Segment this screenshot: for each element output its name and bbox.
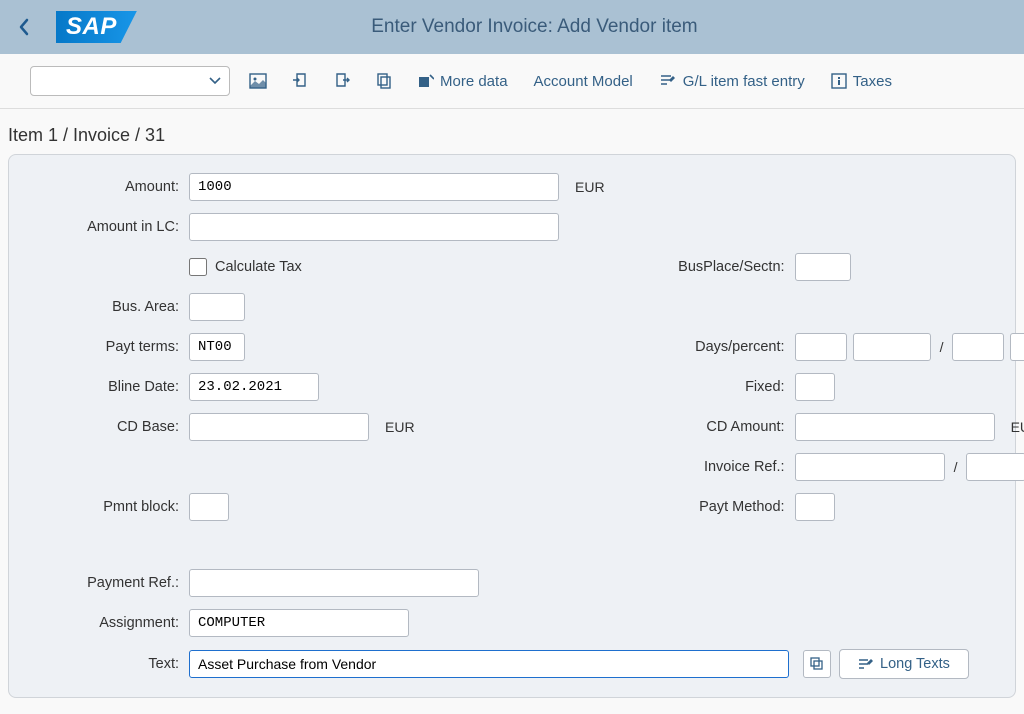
variant-select[interactable] xyxy=(30,66,230,96)
payt-method-input[interactable] xyxy=(795,493,835,521)
fixed-input[interactable] xyxy=(795,373,835,401)
cd-base-label: CD Base: xyxy=(39,419,189,435)
longtext-icon xyxy=(858,657,874,671)
payt-method-label: Payt Method: xyxy=(645,499,795,515)
chevron-down-icon xyxy=(209,77,221,85)
taxes-link[interactable]: Taxes xyxy=(825,73,898,90)
account-model-link[interactable]: Account Model xyxy=(528,73,639,90)
group-title: Item 1 / Invoice / 31 xyxy=(0,109,1024,154)
bus-area-input[interactable] xyxy=(189,293,245,321)
more-data-link[interactable]: More data xyxy=(412,73,514,90)
amount-currency: EUR xyxy=(565,179,605,195)
invoice-ref-2-input[interactable] xyxy=(966,453,1024,481)
payt-terms-input[interactable] xyxy=(189,333,245,361)
text-input[interactable] xyxy=(189,650,789,678)
cd-amount-input[interactable] xyxy=(795,413,995,441)
sap-logo: SAP xyxy=(56,11,137,43)
app-header: SAP Enter Vendor Invoice: Add Vendor ite… xyxy=(0,0,1024,54)
long-texts-button[interactable]: Long Texts xyxy=(839,649,969,679)
percent-1-input[interactable] xyxy=(853,333,931,361)
cd-base-input[interactable] xyxy=(189,413,369,441)
document-arrow-icon xyxy=(418,74,434,88)
calculate-tax-label: Calculate Tax xyxy=(215,259,302,275)
paste-out-icon[interactable] xyxy=(328,67,356,95)
chevron-left-icon xyxy=(17,17,31,37)
amount-lc-input[interactable] xyxy=(189,213,559,241)
page-title: Enter Vendor Invoice: Add Vendor item xyxy=(137,16,1012,38)
days-1-input[interactable] xyxy=(795,333,847,361)
edit-list-icon xyxy=(659,73,677,89)
busplace-input[interactable] xyxy=(795,253,851,281)
valuehelp-icon xyxy=(810,657,824,671)
assignment-label: Assignment: xyxy=(39,615,189,631)
copy-icon[interactable] xyxy=(370,67,398,95)
gl-fast-entry-label: G/L item fast entry xyxy=(683,73,805,90)
busplace-label: BusPlace/Sectn: xyxy=(645,259,795,275)
more-data-label: More data xyxy=(440,73,508,90)
toolbar: More data Account Model G/L item fast en… xyxy=(0,54,1024,109)
days-percent-label: Days/percent: xyxy=(645,339,795,355)
amount-input[interactable] xyxy=(189,173,559,201)
bus-area-label: Bus. Area: xyxy=(39,299,189,315)
amount-lc-label: Amount in LC: xyxy=(39,219,189,235)
info-icon xyxy=(831,73,847,89)
payt-terms-label: Payt terms: xyxy=(39,339,189,355)
bline-date-input[interactable] xyxy=(189,373,319,401)
gl-fast-entry-link[interactable]: G/L item fast entry xyxy=(653,73,811,90)
text-label: Text: xyxy=(39,656,189,672)
amount-label: Amount: xyxy=(39,179,189,195)
pmnt-block-label: Pmnt block: xyxy=(39,499,189,515)
text-valuehelp-button[interactable] xyxy=(803,650,831,678)
invoice-ref-1-input[interactable] xyxy=(795,453,945,481)
cd-amount-label: CD Amount: xyxy=(645,419,795,435)
paste-in-icon[interactable] xyxy=(286,67,314,95)
payment-ref-label: Payment Ref.: xyxy=(39,575,189,591)
image-icon[interactable] xyxy=(244,67,272,95)
percent-2-input[interactable] xyxy=(1010,333,1024,361)
cd-amount-currency: EUR xyxy=(1001,419,1024,435)
fixed-label: Fixed: xyxy=(645,379,795,395)
back-button[interactable] xyxy=(12,15,36,39)
days-2-input[interactable] xyxy=(952,333,1004,361)
pmnt-block-input[interactable] xyxy=(189,493,229,521)
assignment-input[interactable] xyxy=(189,609,409,637)
bline-date-label: Bline Date: xyxy=(39,379,189,395)
form-panel: Amount: EUR Amount in LC: Calculate Tax … xyxy=(8,154,1016,698)
calculate-tax-checkbox[interactable] xyxy=(189,258,207,276)
taxes-label: Taxes xyxy=(853,73,892,90)
invoice-ref-label: Invoice Ref.: xyxy=(645,459,795,475)
long-texts-label: Long Texts xyxy=(880,656,950,672)
cd-base-currency: EUR xyxy=(375,419,415,435)
payment-ref-input[interactable] xyxy=(189,569,479,597)
account-model-label: Account Model xyxy=(534,73,633,90)
